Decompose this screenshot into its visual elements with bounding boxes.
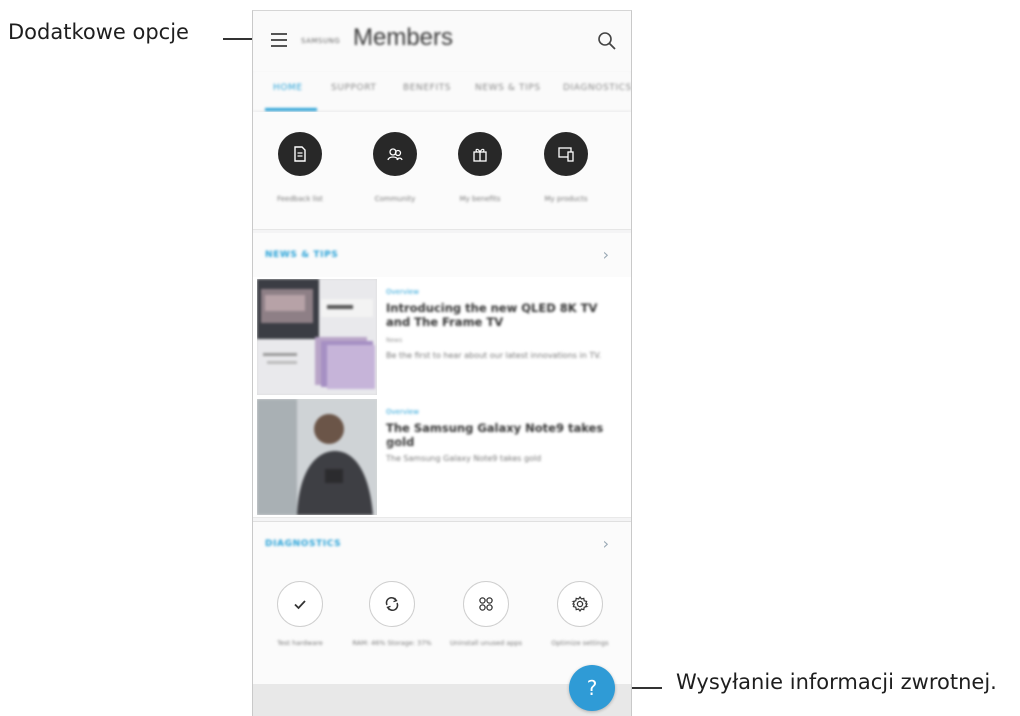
tab-benefits[interactable]: BENEFITS <box>403 83 451 93</box>
quick-action-label: My products <box>544 195 588 203</box>
quick-actions: Feedback list Community My benefits My p… <box>253 112 631 230</box>
news-description: The Samsung Galaxy Note9 takes gold <box>386 454 542 463</box>
diagnostic-label: Uninstall unused apps <box>450 639 522 647</box>
diagnostic-label: RAM: 46% Storage: 37% <box>352 639 432 647</box>
devices-icon <box>558 147 574 162</box>
section-title: DIAGNOSTICS <box>265 539 342 549</box>
chevron-right-icon: › <box>602 245 609 264</box>
tab-support[interactable]: SUPPORT <box>331 83 377 93</box>
tab-home[interactable]: HOME <box>273 83 303 93</box>
quick-action-benefits[interactable]: My benefits <box>437 132 523 227</box>
callout-send-feedback: Wysyłanie informacji zwrotnej. <box>676 670 997 694</box>
check-icon <box>294 600 306 610</box>
news-category: Overview <box>386 288 419 296</box>
active-tab-indicator <box>265 108 317 111</box>
document-icon <box>294 146 306 162</box>
news-category: Overview <box>386 408 419 416</box>
news-thumbnail <box>257 279 377 395</box>
tab-diagnostics[interactable]: DIAGNOSTICS <box>563 83 631 93</box>
news-tips-header[interactable]: NEWS & TIPS › <box>253 233 631 278</box>
callout-more-options: Dodatkowe opcje <box>8 20 189 44</box>
news-meta: News <box>386 337 403 344</box>
section-title: NEWS & TIPS <box>265 250 339 260</box>
brand-small-label: SAMSUNG <box>301 37 341 45</box>
quick-action-label: Community <box>374 195 416 203</box>
settings-icon <box>571 595 589 613</box>
news-title: Introducing the new QLED 8K TV and The F… <box>386 301 598 329</box>
community-icon <box>387 148 403 161</box>
diagnostic-unused-apps[interactable]: Uninstall unused apps <box>439 581 533 686</box>
quick-action-label: Feedback list <box>277 195 323 203</box>
news-item[interactable]: Overview The Samsung Galaxy Note9 takes … <box>253 397 631 518</box>
quick-action-community[interactable]: Community <box>352 132 438 227</box>
search-icon[interactable] <box>597 31 617 51</box>
diagnostic-test-hardware[interactable]: Test hardware <box>253 581 347 686</box>
apps-grid-icon <box>479 597 493 611</box>
quick-action-products[interactable]: My products <box>523 132 609 227</box>
news-description: Be the first to hear about our latest in… <box>386 351 602 360</box>
diagnostic-memory[interactable]: RAM: 46% Storage: 37% <box>345 581 439 686</box>
news-item[interactable]: Overview Introducing the new QLED 8K TV … <box>253 277 631 398</box>
app-bar: SAMSUNG Members <box>253 11 631 71</box>
news-thumbnail <box>257 399 377 515</box>
tab-bar: HOME SUPPORT BENEFITS NEWS & TIPS DIAGNO… <box>253 71 631 112</box>
app-title: Members <box>353 24 454 51</box>
feedback-button[interactable]: ? <box>569 665 615 711</box>
quick-action-feedback[interactable]: Feedback list <box>257 132 343 227</box>
menu-icon[interactable] <box>271 33 287 47</box>
diagnostic-label: Optimize settings <box>551 639 609 647</box>
phone-screen: SAMSUNG Members HOME SUPPORT BENEFITS NE… <box>252 10 632 716</box>
refresh-icon <box>385 596 399 612</box>
tab-news-tips[interactable]: NEWS & TIPS <box>475 83 541 93</box>
diagnostics-header[interactable]: DIAGNOSTICS › <box>253 521 631 567</box>
chevron-right-icon: › <box>602 534 609 553</box>
diagnostic-label: Test hardware <box>277 639 323 647</box>
quick-action-label: My benefits <box>459 195 501 203</box>
news-meta: News <box>386 441 403 448</box>
gift-icon <box>473 148 487 162</box>
news-title: The Samsung Galaxy Note9 takes gold <box>386 421 604 449</box>
